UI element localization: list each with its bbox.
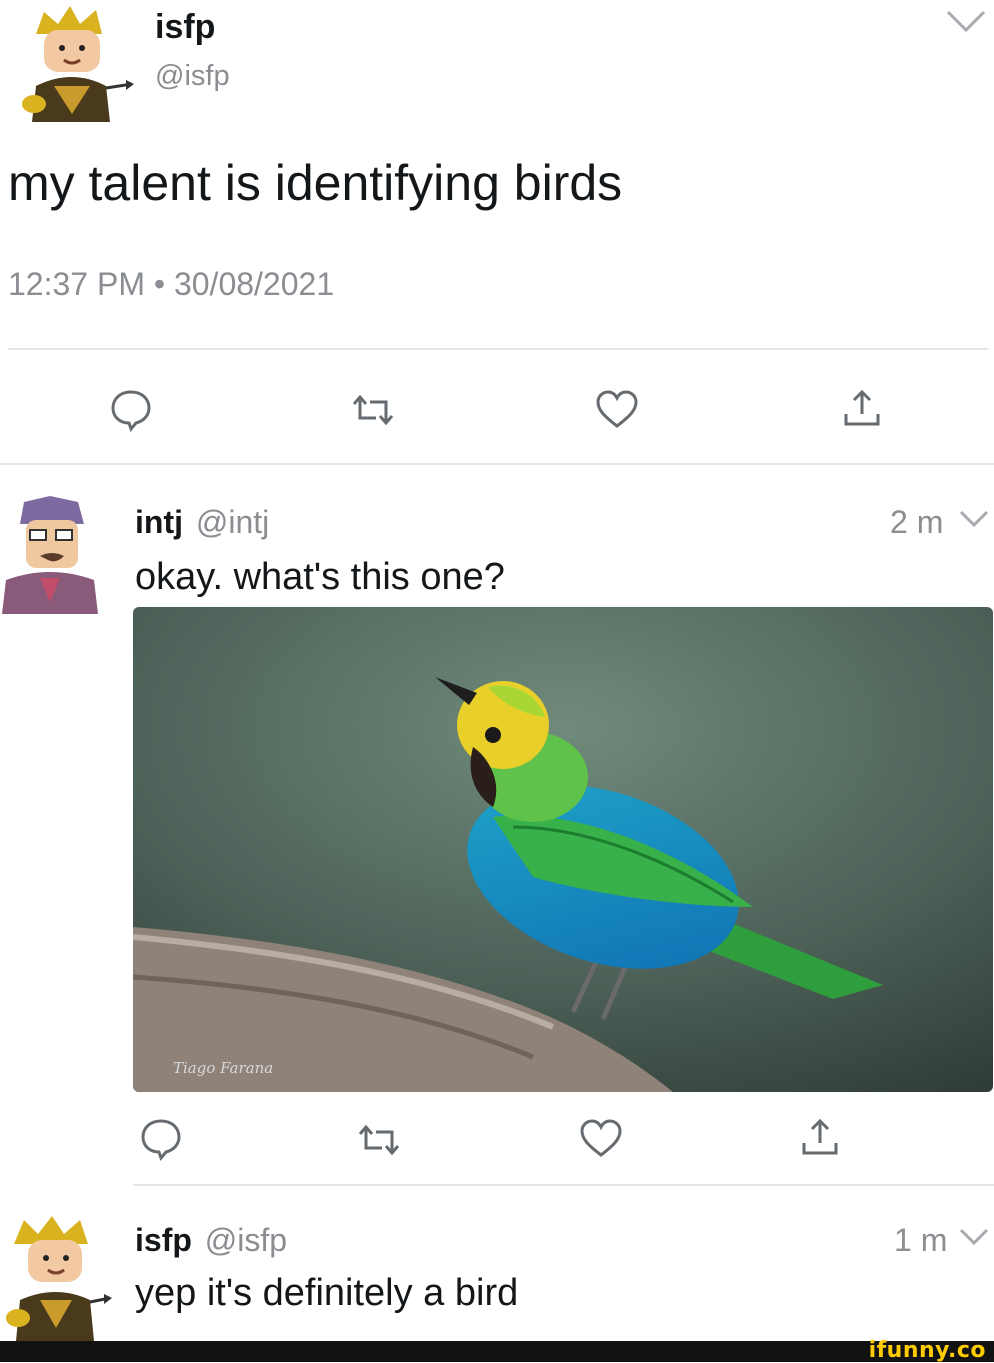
tweet-text: my talent is identifying birds [8, 155, 623, 211]
handle[interactable]: @isfp [205, 1222, 287, 1258]
handle[interactable]: @isfp [155, 60, 230, 93]
display-name[interactable]: isfp [155, 8, 215, 47]
retweet-icon[interactable] [356, 1122, 402, 1158]
handle[interactable]: @intj [196, 504, 269, 540]
reply-text: okay. what's this one? [135, 556, 505, 598]
divider [133, 1184, 994, 1186]
divider [0, 463, 994, 465]
footer-bar [0, 1341, 994, 1362]
reply-icon[interactable] [138, 1116, 184, 1162]
like-icon[interactable] [594, 388, 640, 430]
relative-time: 2 m [890, 504, 944, 540]
reply-icon[interactable] [108, 387, 154, 433]
divider [8, 348, 988, 350]
like-icon[interactable] [578, 1117, 624, 1159]
chevron-down-icon[interactable] [944, 8, 988, 34]
display-name[interactable]: isfp [135, 1222, 192, 1258]
reply-text: yep it's definitely a bird [135, 1272, 519, 1314]
retweet-icon[interactable] [350, 392, 396, 428]
share-icon[interactable] [842, 388, 882, 428]
photo-watermark: Tiago Farana [173, 1059, 273, 1077]
display-name[interactable]: intj [135, 504, 183, 540]
share-icon[interactable] [800, 1117, 840, 1157]
avatar[interactable] [4, 1214, 114, 1341]
relative-time: 1 m [894, 1222, 948, 1258]
timestamp: 12:37 PM • 30/08/2021 [8, 266, 335, 302]
chevron-down-icon[interactable] [958, 1226, 990, 1248]
chevron-down-icon[interactable] [958, 508, 990, 530]
avatar[interactable] [14, 4, 134, 124]
brand-watermark[interactable]: ifunny.co [869, 1338, 986, 1363]
attached-photo[interactable]: Tiago Farana [133, 607, 993, 1092]
avatar[interactable] [0, 494, 100, 616]
